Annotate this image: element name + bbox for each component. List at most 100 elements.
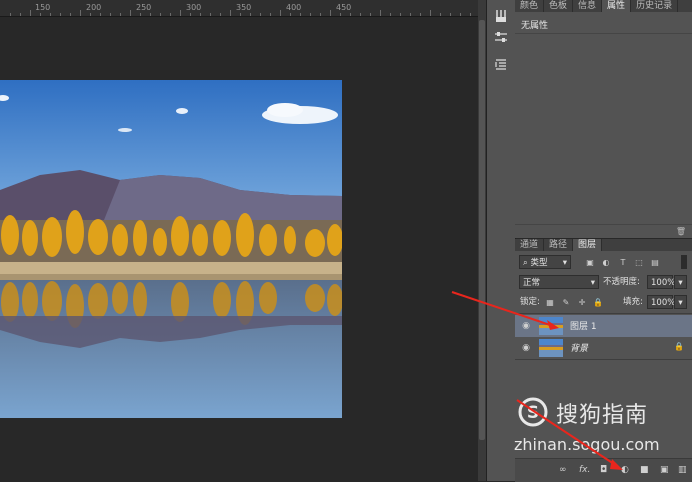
- ruler-tick: [220, 13, 221, 16]
- opacity-dropdown-button[interactable]: ▾: [674, 275, 687, 289]
- ruler-tick: [140, 13, 141, 16]
- ruler-tick: [10, 13, 11, 16]
- ruler-tick: [420, 13, 421, 16]
- tab-swatches[interactable]: 色板: [544, 0, 574, 12]
- ruler-tick: [20, 13, 21, 16]
- layer-row-selected[interactable]: ◉ 图层 1: [515, 315, 692, 337]
- ruler-tick: [470, 13, 471, 16]
- horizontal-ruler: 150 200 250 300 350 400 450: [0, 0, 478, 17]
- pixel-filter-icon[interactable]: ▣: [585, 257, 595, 267]
- ruler-label: 250: [136, 3, 152, 12]
- ruler-tick: [250, 13, 251, 16]
- fill-label: 填充:: [623, 297, 643, 307]
- layer-name[interactable]: 背景: [570, 341, 588, 354]
- blend-mode-select[interactable]: 正常 ▾: [519, 275, 599, 289]
- trash-icon[interactable]: 🗑: [676, 227, 686, 236]
- search-icon: ⌕: [523, 258, 528, 268]
- opacity-input[interactable]: 100%: [647, 275, 675, 289]
- ruler-tick: [90, 13, 91, 16]
- layer-thumbnail: [539, 317, 563, 335]
- filter-toggle[interactable]: [681, 255, 687, 269]
- lock-icon: 🔒: [674, 342, 684, 351]
- layers-panel-tabs: 通道 路径 图层: [515, 239, 692, 251]
- svg-text:S: S: [527, 403, 539, 423]
- ruler-tick: [40, 13, 41, 16]
- ruler-tick: [190, 13, 191, 16]
- adjust-sliders-icon[interactable]: [491, 27, 511, 47]
- link-icon[interactable]: ∞: [559, 465, 567, 475]
- ruler-tick: [150, 13, 151, 16]
- eye-icon[interactable]: ◉: [520, 320, 532, 332]
- ruler-tick: [440, 13, 441, 16]
- paragraph-icon[interactable]: [491, 55, 511, 75]
- folder-icon[interactable]: ■: [640, 465, 649, 475]
- ruler-tick: [110, 13, 111, 16]
- ruler-tick: [450, 13, 451, 16]
- ruler-label: 200: [86, 3, 102, 12]
- ruler-tick: [410, 13, 411, 16]
- eye-icon[interactable]: ◉: [520, 342, 532, 354]
- new-layer-icon[interactable]: ▣: [660, 465, 669, 475]
- tab-color[interactable]: 颜色: [515, 0, 545, 12]
- tab-history[interactable]: 历史记录: [631, 0, 679, 12]
- divider: [515, 313, 692, 314]
- lock-all-icon[interactable]: 🔒: [593, 297, 603, 307]
- ruler-tick: [230, 10, 231, 16]
- shape-filter-icon[interactable]: ⬚: [634, 257, 644, 267]
- sogou-logo-icon: S: [518, 397, 548, 427]
- ruler-label: 450: [336, 3, 352, 12]
- adjustment-filter-icon[interactable]: ◐: [601, 257, 611, 267]
- tab-layers[interactable]: 图层: [573, 239, 603, 251]
- layer-thumbnail: [539, 339, 563, 357]
- ruler-tick: [210, 13, 211, 16]
- properties-footer: 🗑: [515, 224, 692, 239]
- layer-filter-select[interactable]: ⌕ 类型 ▾: [519, 255, 571, 269]
- lock-position-icon[interactable]: ✛: [577, 297, 587, 307]
- document-canvas[interactable]: [0, 17, 478, 481]
- smart-object-filter-icon[interactable]: ▤: [650, 257, 660, 267]
- scrollbar-thumb[interactable]: [479, 20, 485, 440]
- trash-icon[interactable]: ▥: [678, 465, 687, 475]
- properties-content: [515, 33, 692, 224]
- layer-filter-label: 类型: [530, 258, 548, 268]
- ruler-tick: [380, 10, 381, 16]
- ruler-label: 400: [286, 3, 302, 12]
- ruler-tick: [350, 13, 351, 16]
- mask-icon[interactable]: ◘: [600, 465, 607, 475]
- ruler-tick: [310, 13, 311, 16]
- tab-paths[interactable]: 路径: [544, 239, 574, 251]
- fill-dropdown-button[interactable]: ▾: [674, 295, 687, 309]
- sogou-watermark: S 搜狗指南 zhinan.sogou.com: [512, 393, 682, 463]
- ruler-label: 350: [236, 3, 252, 12]
- watermark-domain: zhinan.sogou.com: [514, 435, 660, 454]
- brush-tool-icon[interactable]: [491, 6, 511, 26]
- ruler-tick: [170, 13, 171, 16]
- ruler-tick: [260, 13, 261, 16]
- layer-row[interactable]: ◉ 背景 🔒: [515, 337, 692, 359]
- ruler-tick: [130, 10, 131, 16]
- fill-input[interactable]: 100%: [647, 295, 675, 309]
- ruler-tick: [390, 13, 391, 16]
- adjustment-icon[interactable]: ◐: [621, 465, 629, 475]
- ruler-tick: [200, 13, 201, 16]
- ruler-tick: [160, 13, 161, 16]
- ruler-tick: [70, 13, 71, 16]
- ruler-tick: [300, 13, 301, 16]
- lock-transparency-icon[interactable]: ▦: [545, 297, 555, 307]
- ruler-tick: [430, 10, 431, 16]
- tab-properties[interactable]: 属性: [602, 0, 632, 12]
- tab-info[interactable]: 信息: [573, 0, 603, 12]
- blend-mode-value: 正常: [523, 278, 541, 288]
- watermark-brand: 搜狗指南: [556, 403, 649, 428]
- ruler-tick: [100, 13, 101, 16]
- tab-channels[interactable]: 通道: [515, 239, 545, 251]
- fx-icon[interactable]: fx.: [579, 465, 590, 475]
- layer-name[interactable]: 图层 1: [570, 319, 597, 332]
- type-filter-icon[interactable]: T: [618, 257, 628, 267]
- ruler-tick: [370, 13, 371, 16]
- lock-image-icon[interactable]: ✎: [561, 297, 571, 307]
- chevron-down-icon: ▾: [562, 258, 567, 268]
- ruler-tick: [80, 10, 81, 16]
- chevron-down-icon: ▾: [590, 278, 595, 288]
- vertical-scrollbar[interactable]: [478, 0, 486, 481]
